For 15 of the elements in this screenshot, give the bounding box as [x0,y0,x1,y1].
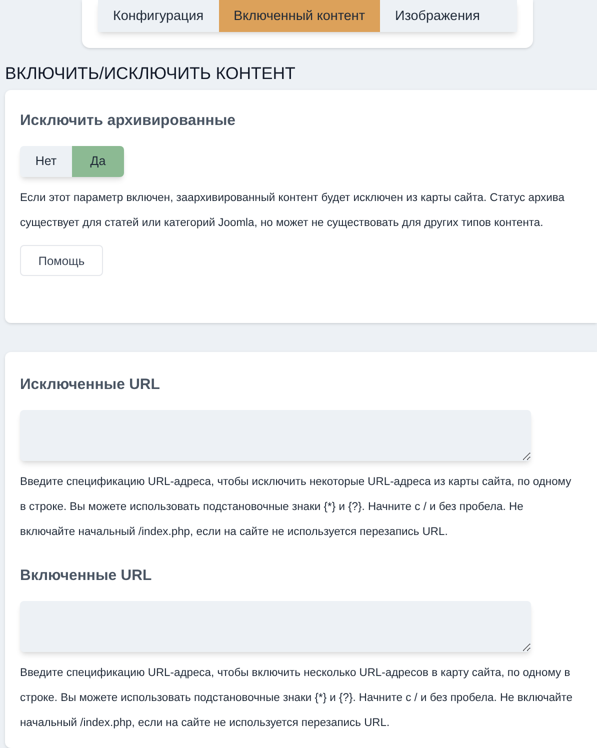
field-description: Если этот параметр включен, заархивированный контент будет исключен из карты сайта. Статус архива существует для статей или категорий Joomla, но может не существовать для других типов контента. [20,191,566,231]
section-heading: ВКЛЮЧИТЬ/ИСКЛЮЧИТЬ КОНТЕНТ [5,63,296,85]
toggle-option[interactable]: Нет [20,146,72,177]
field-title: Исключенные URL [20,375,161,395]
tab[interactable]: Изображения [380,0,495,32]
url-textarea[interactable] [20,601,531,652]
field-description: Введите спецификацию URL-адреса, чтобы исключить некоторые URL-адреса из карты сайта, по одному в строке. Вы можете использовать подстановочные знаки {*} и {?}. Начните с / и без пробела. Не включайте начальный /index.php, если на сайте не используется перезапись URL. [20,475,572,540]
tab[interactable]: Включенный контент [218,0,380,32]
toggle-option[interactable]: Да [72,146,124,177]
tab[interactable]: Конфигурация [98,0,219,32]
field-title: Включенные URL [20,566,153,586]
url-textarea[interactable] [20,410,531,461]
field-description: Введите спецификацию URL-адреса, чтобы включить несколько URL-адресов в карту сайта, по одному в строке. Вы можете использовать подстановочные знаки {*} и {?}. Начните с / и без пробела. Не включайте начальный /index.php, если на сайте не используется перезапись URL. [20,666,574,731]
field-title: Исключить архивированные [20,111,237,131]
help-button[interactable]: Помощь [20,245,103,276]
